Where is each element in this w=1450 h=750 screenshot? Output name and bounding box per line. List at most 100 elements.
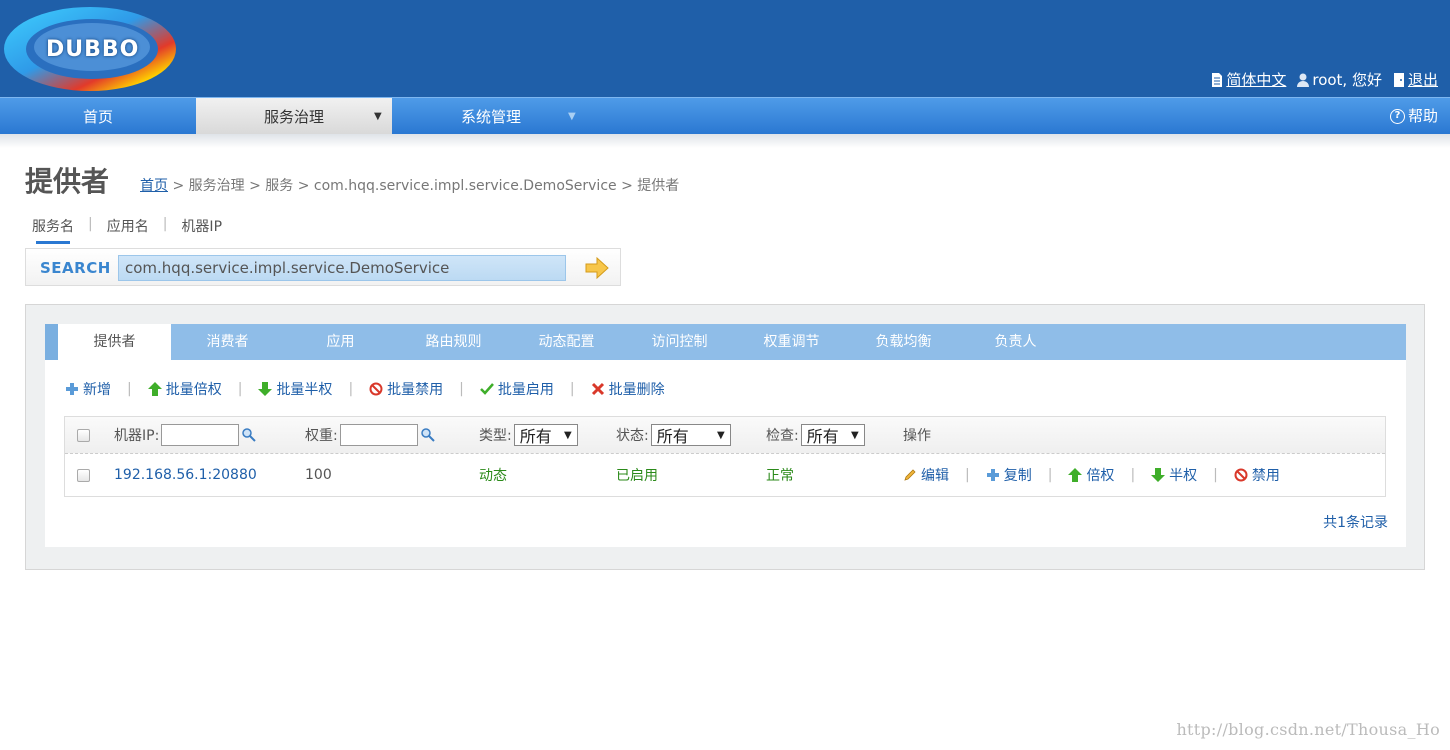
check-filter-cell: 检查: 所有 ▼ bbox=[766, 417, 865, 453]
copy-button[interactable]: 复制 bbox=[986, 465, 1032, 485]
batch-half-label: 批量半权 bbox=[276, 382, 333, 398]
tab-dynamic-config[interactable]: 动态配置 bbox=[510, 324, 623, 360]
arrow-right-icon[interactable] bbox=[584, 256, 610, 280]
batch-enable-label: 批量启用 bbox=[497, 382, 554, 398]
dropdown-arrow-icon: ▼ bbox=[717, 429, 725, 441]
add-button[interactable]: 新增 bbox=[65, 379, 111, 399]
search-type-service[interactable]: 服务名 bbox=[32, 216, 88, 244]
logout[interactable]: 退出 bbox=[1392, 69, 1438, 90]
plus-icon bbox=[66, 383, 78, 395]
caret-down-icon: ▼ bbox=[374, 111, 382, 122]
ip-filter-input[interactable] bbox=[161, 424, 240, 446]
header-user-bar: 简体中文 root, 您好 退出 bbox=[1210, 69, 1438, 90]
search-bar: SEARCH bbox=[25, 248, 621, 286]
check-filter-select[interactable]: 所有 ▼ bbox=[800, 424, 865, 446]
tab-bar: 提供者 消费者 应用 路由规则 动态配置 访问控制 权重调节 负载均衡 负责人 bbox=[45, 324, 1406, 360]
separator: | bbox=[1213, 467, 1218, 483]
weight-value: 100 bbox=[305, 467, 332, 483]
search-icon[interactable] bbox=[241, 427, 257, 443]
breadcrumb-home-link[interactable]: 首页 bbox=[140, 178, 168, 194]
disable-label: 禁用 bbox=[1251, 468, 1280, 484]
table-header: 机器IP: 权重: 类型: 所有 ▼ 状态: 所有 ▼ 检查: 所有 ▼ 操作 bbox=[65, 417, 1385, 454]
double-weight-label: 倍权 bbox=[1086, 468, 1115, 484]
search-input[interactable] bbox=[118, 255, 566, 281]
arrow-up-icon bbox=[1068, 468, 1083, 482]
nav-home-label: 首页 bbox=[82, 108, 113, 126]
select-all-cell bbox=[77, 417, 90, 453]
batch-disable-label: 批量禁用 bbox=[387, 382, 444, 398]
search-type-application[interactable]: 应用名 bbox=[107, 216, 163, 236]
caret-down-icon: ▼ bbox=[568, 111, 576, 122]
check-header: 检查: bbox=[766, 428, 799, 444]
weight-filter-input[interactable] bbox=[339, 424, 418, 446]
edit-button[interactable]: 编辑 bbox=[903, 465, 949, 485]
tab-owners[interactable]: 负责人 bbox=[959, 324, 1072, 360]
language-link[interactable]: 简体中文 bbox=[1226, 69, 1286, 90]
batch-half-button[interactable]: 批量半权 bbox=[258, 379, 332, 399]
row-select-cell bbox=[77, 454, 90, 496]
batch-double-button[interactable]: 批量倍权 bbox=[147, 379, 222, 399]
search-type-ip[interactable]: 机器IP bbox=[181, 216, 236, 236]
batch-enable-button[interactable]: 批量启用 bbox=[479, 379, 554, 399]
status-filter-select[interactable]: 所有 ▼ bbox=[650, 424, 731, 446]
tab-providers[interactable]: 提供者 bbox=[58, 324, 171, 360]
provider-address-link[interactable]: 192.168.56.1:20880 bbox=[114, 467, 257, 483]
language-switch[interactable]: 简体中文 bbox=[1210, 69, 1286, 90]
document-icon bbox=[1212, 72, 1223, 87]
half-weight-button[interactable]: 半权 bbox=[1151, 465, 1197, 485]
weight-header: 权重: bbox=[305, 428, 338, 444]
tab-applications[interactable]: 应用 bbox=[284, 324, 397, 360]
status-filter-cell: 状态: 所有 ▼ bbox=[616, 417, 731, 453]
tab-bar-edge bbox=[45, 324, 58, 360]
main-navbar: 首页 服务治理 ▼ 系统管理 ▼ ? 帮助 bbox=[0, 97, 1450, 148]
nav-home[interactable]: 首页 bbox=[0, 98, 196, 134]
breadcrumb: 首页 > 服务治理 > 服务 > com.hqq.service.impl.se… bbox=[140, 175, 679, 195]
row-checkbox[interactable] bbox=[77, 468, 90, 482]
address-cell: 192.168.56.1:20880 bbox=[114, 454, 257, 496]
nav-system-management[interactable]: 系统管理 ▼ bbox=[393, 98, 589, 134]
ops-header: 操作 bbox=[903, 428, 931, 444]
main-panel: 提供者 消费者 应用 路由规则 动态配置 访问控制 权重调节 负载均衡 负责人 … bbox=[25, 304, 1425, 570]
batch-delete-label: 批量删除 bbox=[608, 382, 665, 398]
tab-load-balance[interactable]: 负载均衡 bbox=[847, 324, 960, 360]
ip-filter-cell: 机器IP: bbox=[114, 417, 257, 453]
separator: | bbox=[1047, 467, 1053, 483]
select-all-checkbox[interactable] bbox=[77, 428, 90, 442]
table-row: 192.168.56.1:20880 100 动态 已启用 正常 编辑 | 复制 bbox=[65, 454, 1385, 496]
batch-delete-button[interactable]: 批量删除 bbox=[591, 379, 665, 399]
separator: | bbox=[348, 381, 354, 397]
double-weight-button[interactable]: 倍权 bbox=[1068, 465, 1114, 485]
nav-system-management-label: 系统管理 bbox=[460, 108, 521, 126]
type-filter-cell: 类型: 所有 ▼ bbox=[479, 417, 578, 453]
user-greeting: root, 您好 bbox=[1296, 69, 1382, 90]
logout-link[interactable]: 退出 bbox=[1408, 69, 1438, 90]
forbidden-icon bbox=[1234, 468, 1248, 482]
search-icon[interactable] bbox=[420, 427, 436, 443]
batch-disable-button[interactable]: 批量禁用 bbox=[369, 379, 443, 399]
door-icon bbox=[1393, 72, 1404, 87]
separator: | bbox=[459, 381, 464, 397]
tab-consumers[interactable]: 消费者 bbox=[171, 324, 284, 360]
panel-content: 提供者 消费者 应用 路由规则 动态配置 访问控制 权重调节 负载均衡 负责人 … bbox=[45, 324, 1406, 547]
tab-routes[interactable]: 路由规则 bbox=[397, 324, 510, 360]
tab-access-control[interactable]: 访问控制 bbox=[623, 324, 736, 360]
breadcrumb-path: > 服务治理 > 服务 > com.hqq.service.impl.servi… bbox=[168, 178, 680, 194]
dubbo-logo[interactable]: DUBBO bbox=[2, 3, 182, 95]
forbidden-icon bbox=[369, 382, 383, 396]
weight-filter-cell: 权重: bbox=[305, 417, 436, 453]
tab-weights[interactable]: 权重调节 bbox=[735, 324, 848, 360]
disable-button[interactable]: 禁用 bbox=[1234, 465, 1280, 485]
nav-service-governance[interactable]: 服务治理 ▼ bbox=[196, 98, 392, 134]
separator: | bbox=[569, 381, 575, 397]
ip-header: 机器IP: bbox=[114, 428, 160, 444]
type-value: 动态 bbox=[479, 468, 507, 484]
status-value: 已启用 bbox=[616, 468, 658, 484]
type-filter-value: 所有 bbox=[519, 427, 552, 446]
type-filter-select[interactable]: 所有 ▼ bbox=[513, 424, 578, 446]
help-link[interactable]: ? 帮助 bbox=[1389, 98, 1438, 134]
providers-table: 机器IP: 权重: 类型: 所有 ▼ 状态: 所有 ▼ 检查: 所有 ▼ 操作 … bbox=[64, 416, 1386, 497]
add-button-label: 新增 bbox=[83, 382, 111, 398]
half-weight-label: 半权 bbox=[1169, 468, 1198, 484]
separator: | bbox=[1130, 467, 1136, 483]
user-greeting-text: root, 您好 bbox=[1312, 71, 1382, 89]
